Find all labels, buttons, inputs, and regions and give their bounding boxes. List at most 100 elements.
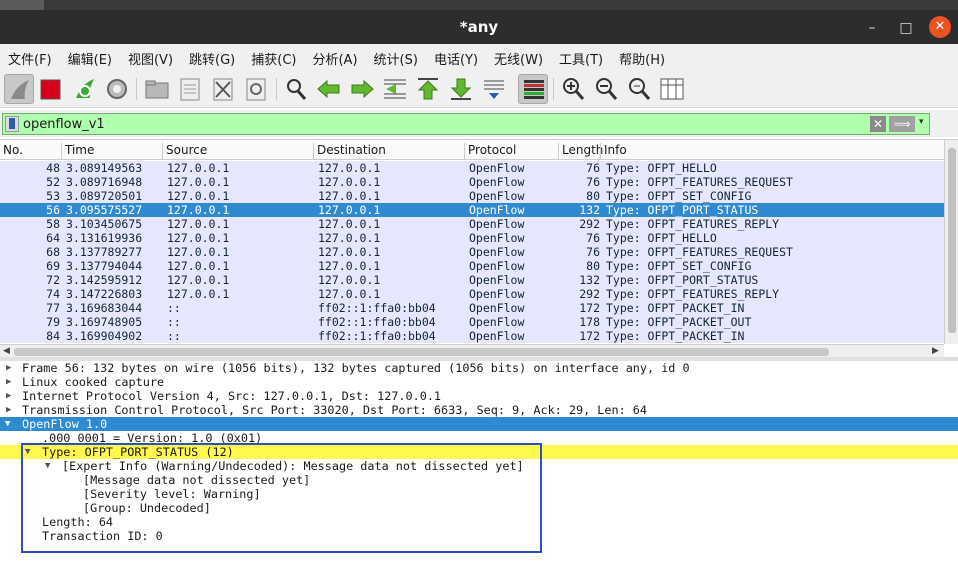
window-title: *any — [459, 18, 499, 36]
cell-len: 132 — [579, 273, 600, 287]
first-packet-icon[interactable] — [413, 74, 443, 104]
cell-dst: 127.0.0.1 — [318, 161, 381, 175]
table-row[interactable]: 77 3.169683044:: ff02::1:ffa0:bb04 OpenFlow… — [0, 301, 944, 315]
cell-len: 80 — [586, 189, 600, 203]
hscroll-thumb[interactable] — [14, 348, 829, 356]
column-header-no[interactable]: No. — [0, 143, 23, 159]
cell-len: 292 — [579, 217, 600, 231]
normal-size-icon[interactable] — [624, 74, 654, 104]
bookmark-icon[interactable] — [5, 116, 19, 132]
cell-dst: 127.0.0.1 — [318, 231, 381, 245]
go-to-packet-icon[interactable] — [380, 74, 410, 104]
tree-item-tcp[interactable]: ▶ Transmission Control Protocol, Src Port… — [0, 403, 958, 417]
menu-capture[interactable]: 捕获(C) — [243, 44, 304, 68]
scroll-left-icon[interactable]: ◀ — [3, 346, 10, 356]
vscroll-thumb[interactable] — [948, 148, 956, 333]
open-file-icon[interactable] — [142, 74, 172, 104]
expand-icon[interactable]: ▶ — [6, 389, 11, 403]
save-file-icon[interactable] — [175, 74, 205, 104]
auto-scroll-icon[interactable] — [479, 74, 509, 104]
title-bar-strip — [0, 0, 958, 10]
close-icon[interactable]: ✕ — [929, 16, 951, 38]
packet-list-hscroll[interactable]: ◀ ▶ — [0, 344, 944, 358]
close-file-icon[interactable] — [208, 74, 238, 104]
cell-proto: OpenFlow — [469, 315, 525, 329]
menu-file[interactable]: 文件(F) — [0, 44, 60, 68]
menu-analyze[interactable]: 分析(A) — [304, 44, 365, 68]
cell-info: Type: OFPT_HELLO — [606, 231, 717, 245]
cell-len: 172 — [579, 301, 600, 315]
resize-columns-icon[interactable] — [657, 74, 687, 104]
zoom-out-icon[interactable] — [591, 74, 621, 104]
highlight-box — [21, 443, 542, 553]
expand-icon[interactable]: ▶ — [6, 361, 11, 375]
restart-capture-icon[interactable] — [70, 74, 100, 104]
display-filter-input[interactable]: openflow_v1 ✕ ⟹ ▾ — [2, 113, 930, 135]
tree-item-frame[interactable]: ▶ Frame 56: 132 bytes on wire (1056 bits)… — [0, 361, 958, 375]
menu-help[interactable]: 帮助(H) — [611, 44, 673, 68]
filter-text[interactable]: openflow_v1 — [23, 117, 105, 132]
cell-no: 72 — [46, 273, 60, 287]
menu-statistics[interactable]: 统计(S) — [366, 44, 426, 68]
table-row[interactable]: 48 3.089149563 127.0.0.1 127.0.0.1 OpenFlow 7… — [0, 161, 944, 175]
cell-proto: OpenFlow — [469, 217, 525, 231]
table-row[interactable]: 72 3.142595912 127.0.0.1 127.0.0.1 OpenFlow 1… — [0, 273, 944, 287]
expand-icon[interactable]: ▶ — [6, 403, 11, 417]
menu-go[interactable]: 跳转(G) — [181, 44, 243, 68]
find-packet-icon[interactable] — [281, 74, 311, 104]
menu-wireless[interactable]: 无线(W) — [486, 44, 551, 68]
cell-time: 3.169904902 — [66, 329, 143, 343]
column-header-info[interactable]: Info — [600, 143, 627, 159]
go-back-icon[interactable] — [314, 74, 344, 104]
cell-len: 178 — [579, 315, 600, 329]
table-row[interactable]: 56 3.095575527 127.0.0.1 127.0.0.1 OpenFlow 1… — [0, 203, 944, 217]
table-row[interactable]: 69 3.137794044 127.0.0.1 127.0.0.1 OpenFlow 8… — [0, 259, 944, 273]
tree-item-openflow[interactable]: ▼ OpenFlow 1.0 — [0, 417, 958, 431]
column-header-source[interactable]: Source — [162, 143, 207, 159]
table-row[interactable]: 84 3.169904902:: ff02::1:ffa0:bb04 OpenFlow… — [0, 329, 944, 343]
cell-time: 3.103450675 — [66, 217, 143, 231]
tree-item-ip[interactable]: ▶ Internet Protocol Version 4, Src: 127.0… — [0, 389, 958, 403]
minimize-icon[interactable]: – — [862, 18, 882, 38]
cell-no: 77 — [46, 301, 60, 315]
cell-len: 76 — [586, 161, 600, 175]
table-row[interactable]: 53 3.089720501 127.0.0.1 127.0.0.1 OpenFlow 8… — [0, 189, 944, 203]
menu-tools[interactable]: 工具(T) — [551, 44, 611, 68]
colorize-icon[interactable] — [518, 74, 548, 104]
cell-info: Type: OFPT_PACKET_IN — [606, 329, 745, 343]
menu-telephony[interactable]: 电话(Y) — [426, 44, 486, 68]
cell-time: 3.137794044 — [66, 259, 143, 273]
table-row[interactable]: 58 3.103450675 127.0.0.1 127.0.0.1 OpenFlow 2… — [0, 217, 944, 231]
table-row[interactable]: 74 3.147226803 127.0.0.1 127.0.0.1 OpenFlow 2… — [0, 287, 944, 301]
cell-time: 3.089716948 — [66, 175, 143, 189]
collapse-icon[interactable]: ▼ — [5, 417, 10, 431]
maximize-icon[interactable]: □ — [896, 18, 916, 38]
menu-edit[interactable]: 编辑(E) — [60, 44, 120, 68]
filter-dropdown-icon[interactable]: ▾ — [919, 117, 924, 127]
clear-filter-icon[interactable]: ✕ — [870, 116, 886, 132]
table-row[interactable]: 64 3.131619936 127.0.0.1 127.0.0.1 OpenFlow 7… — [0, 231, 944, 245]
cell-info: Type: OFPT_SET_CONFIG — [606, 259, 752, 273]
packet-list-vscroll[interactable] — [944, 140, 958, 344]
column-header-destination[interactable]: Destination — [313, 143, 386, 159]
menu-view[interactable]: 视图(V) — [120, 44, 181, 68]
tree-item-sll[interactable]: ▶ Linux cooked capture — [0, 375, 958, 389]
capture-options-icon[interactable] — [102, 74, 132, 104]
table-row[interactable]: 79 3.169748905:: ff02::1:ffa0:bb04 OpenFlow… — [0, 315, 944, 329]
reload-icon[interactable] — [241, 74, 271, 104]
scroll-right-icon[interactable]: ▶ — [932, 346, 939, 356]
go-forward-icon[interactable] — [347, 74, 377, 104]
expand-icon[interactable]: ▶ — [6, 375, 11, 389]
column-header-time[interactable]: Time — [61, 143, 94, 159]
column-header-length[interactable]: Length — [558, 143, 603, 159]
last-packet-icon[interactable] — [446, 74, 476, 104]
stop-icon[interactable] — [36, 74, 66, 104]
cell-src: :: — [167, 315, 181, 329]
table-row[interactable]: 68 3.137789277 127.0.0.1 127.0.0.1 OpenFlow 7… — [0, 245, 944, 259]
cell-time: 3.169683044 — [66, 301, 143, 315]
apply-filter-icon[interactable]: ⟹ — [889, 116, 915, 132]
table-row[interactable]: 52 3.089716948 127.0.0.1 127.0.0.1 OpenFlow 7… — [0, 175, 944, 189]
zoom-in-icon[interactable] — [558, 74, 588, 104]
column-header-protocol[interactable]: Protocol — [464, 143, 516, 159]
shark-fin-icon[interactable] — [4, 74, 34, 104]
